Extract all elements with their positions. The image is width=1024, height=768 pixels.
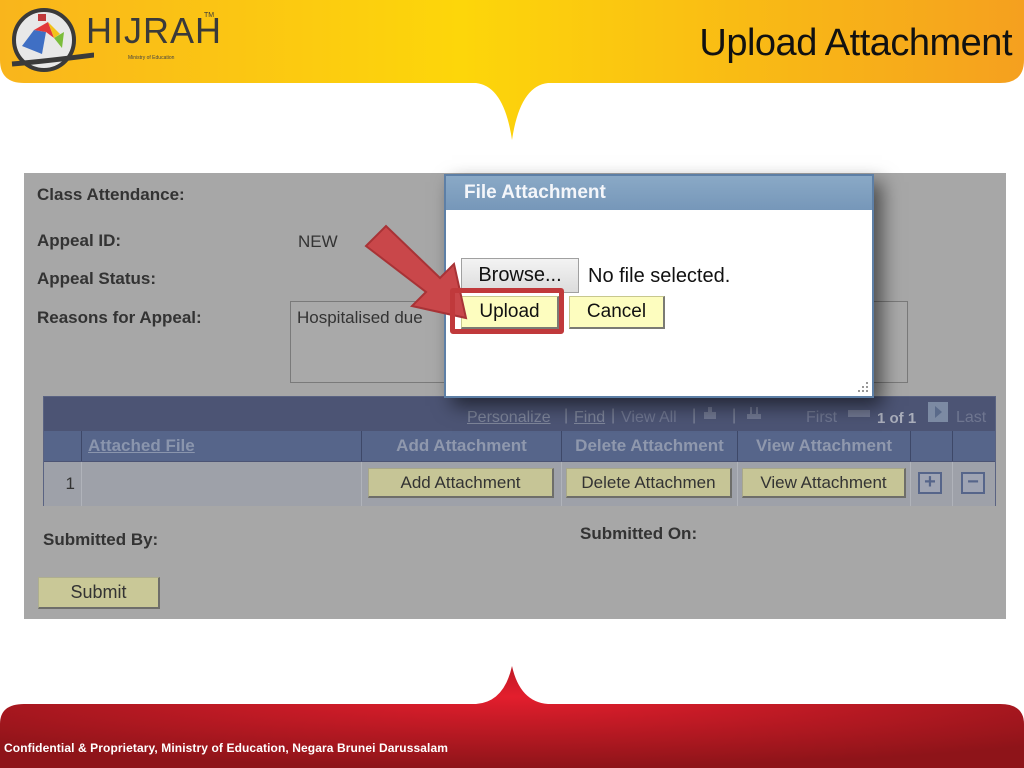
nav-separator: | bbox=[564, 407, 569, 424]
appeal-id-label: Appeal ID: bbox=[37, 231, 122, 250]
logo-tagline: Ministry of Education bbox=[128, 55, 175, 61]
column-header-delete-attachment: Delete Attachment bbox=[562, 431, 738, 461]
add-row-cell: + bbox=[911, 462, 953, 506]
submitted-by-label: Submitted By: bbox=[43, 530, 159, 549]
next-arrow-icon[interactable] bbox=[928, 402, 948, 422]
upload-highlight-box bbox=[450, 288, 564, 334]
add-attachment-button[interactable]: Add Attachment bbox=[368, 468, 554, 498]
download-icon[interactable] bbox=[746, 406, 762, 420]
last-link[interactable]: Last bbox=[956, 409, 986, 427]
add-row-button[interactable]: + bbox=[918, 472, 942, 494]
footer-confidential-text: Confidential & Proprietary, Ministry of … bbox=[4, 741, 449, 755]
file-status-text: No file selected. bbox=[588, 265, 731, 287]
nav-separator: | bbox=[611, 407, 616, 424]
appeal-id-value: NEW bbox=[298, 232, 338, 251]
view-attachment-cell: View Attachment bbox=[738, 462, 911, 506]
dialog-title[interactable]: File Attachment bbox=[446, 176, 872, 210]
logo-name: HIJRAH bbox=[86, 10, 223, 51]
row-number: 1 bbox=[44, 462, 82, 506]
first-link[interactable]: First bbox=[806, 409, 837, 427]
logo-trademark: TM bbox=[204, 12, 215, 19]
view-attachment-button[interactable]: View Attachment bbox=[742, 468, 906, 498]
file-attachment-dialog: File Attachment Browse... No file select… bbox=[444, 174, 874, 398]
column-header-attached-file[interactable]: Attached File bbox=[82, 431, 362, 461]
zoom-grid-icon[interactable] bbox=[702, 406, 718, 420]
hijrah-logo: HIJRAH TM Ministry of Education bbox=[4, 4, 221, 76]
previous-icon[interactable] bbox=[848, 406, 870, 420]
submitted-on-label: Submitted On: bbox=[580, 524, 698, 543]
column-header-row-number bbox=[44, 431, 82, 461]
column-header-add-attachment: Add Attachment bbox=[362, 431, 562, 461]
column-header-add-row bbox=[911, 431, 953, 461]
class-attendance-label: Class Attendance: bbox=[37, 185, 185, 204]
table-row: 1 Add Attachment Delete Attachmen View A… bbox=[44, 462, 995, 506]
delete-attachment-cell: Delete Attachmen bbox=[562, 462, 738, 506]
column-header-delete-row bbox=[953, 431, 995, 461]
view-all-link[interactable]: View All bbox=[621, 409, 677, 427]
reasons-label: Reasons for Appeal: bbox=[37, 308, 202, 327]
grid-header-row: Attached File Add Attachment Delete Atta… bbox=[44, 431, 995, 461]
attached-file-cell bbox=[82, 462, 362, 506]
delete-attachment-button[interactable]: Delete Attachmen bbox=[566, 468, 732, 498]
column-header-view-attachment: View Attachment bbox=[738, 431, 911, 461]
attachments-grid: Personalize | Find | View All | | First … bbox=[43, 396, 996, 506]
slide-title: Upload Attachment bbox=[699, 22, 1012, 64]
submit-button[interactable]: Submit bbox=[38, 577, 160, 609]
personalize-link[interactable]: Personalize bbox=[467, 409, 551, 427]
appeal-status-label: Appeal Status: bbox=[37, 269, 157, 288]
add-attachment-cell: Add Attachment bbox=[362, 462, 562, 506]
cancel-button[interactable]: Cancel bbox=[569, 296, 665, 329]
nav-separator: | bbox=[692, 407, 697, 424]
row-count: 1 of 1 bbox=[877, 410, 917, 427]
resize-grip-icon[interactable] bbox=[856, 380, 870, 394]
delete-row-button[interactable]: − bbox=[961, 472, 985, 494]
find-link[interactable]: Find bbox=[574, 409, 605, 427]
nav-separator: | bbox=[732, 407, 737, 424]
logo-emblem-icon bbox=[11, 8, 94, 72]
delete-row-cell: − bbox=[953, 462, 995, 506]
grid-navigation-bar: Personalize | Find | View All | | First … bbox=[44, 397, 995, 430]
